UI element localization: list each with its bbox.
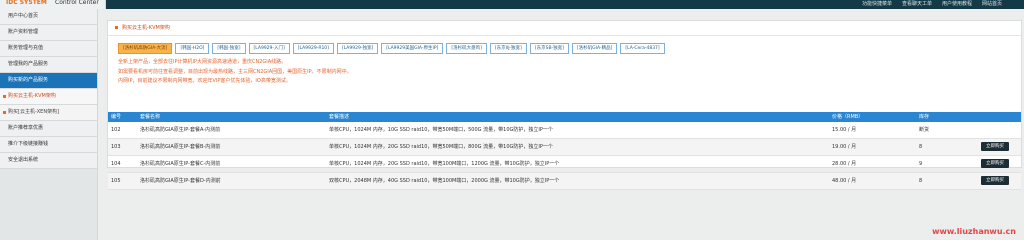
square-icon bbox=[115, 26, 118, 29]
row-price: 19.00 / 月 bbox=[832, 144, 857, 150]
table-row: 102 洛杉矶高防GIA原生IP-套餐A-内测前 单核CPU，1024M 内存，… bbox=[108, 122, 1021, 139]
col-id: 编号 bbox=[111, 114, 122, 120]
notice-line: 全新上架产品，全部去往IP计算机IP大网资源高速通道，重庆CN2GIA线路。 bbox=[118, 59, 287, 65]
sidebar-item-billing[interactable]: 账务管理与充值 bbox=[0, 41, 97, 57]
notice-line: 内网IP，目前建议不限制内网带宽，欢迎年VIP客户优先体验，IO高带宽测试。 bbox=[118, 78, 291, 84]
row-desc: 单核CPU，1024M 内存，20G SSD raid10，带宽100M端口，1… bbox=[329, 161, 560, 167]
tab-korea-h2o[interactable]: [韩国-H2O] bbox=[175, 43, 210, 54]
row-id: 102 bbox=[111, 127, 121, 133]
watermark: www.liuzhanwu.cn bbox=[932, 227, 1016, 236]
logo[interactable]: IDC SYSTEM Control Center bbox=[0, 0, 106, 9]
row-stock: 8 bbox=[919, 144, 923, 150]
sidebar-item-label: 管理我的产品服务 bbox=[8, 61, 49, 67]
buy-now-button[interactable]: 立即购买 bbox=[981, 176, 1009, 185]
bullet-icon bbox=[3, 95, 6, 98]
panel-title: 购买云主机-KVM架构 bbox=[122, 25, 170, 31]
row-name: 洛杉矶高防GIA原生IP-套餐D-内测前 bbox=[140, 178, 221, 184]
row-desc: 单核CPU，1024M 内存，10G SSD raid10，带宽50M端口，50… bbox=[329, 127, 553, 133]
tab-tokyo-sb[interactable]: [东京SB-独宽] bbox=[529, 43, 569, 54]
notice-line: 如需要看机房可前往查看调整，目前出现为最热线路，主三网CN2GIA回国，美国原生… bbox=[118, 68, 352, 75]
row-price: 48.00 / 月 bbox=[832, 178, 857, 184]
product-tabs: [洛杉矶高防GIA-大流] [韩国-H2O] [韩国-独宽] [LA9929-入… bbox=[118, 43, 665, 54]
table-row: 105 洛杉矶高防GIA原生IP-套餐D-内测前 双核CPU，2048M 内存，… bbox=[108, 173, 1021, 190]
sidebar-item-affiliate[interactable]: 推介下级链接赚钱 bbox=[0, 137, 97, 153]
buy-now-button[interactable]: 立即购买 bbox=[981, 159, 1009, 168]
tab-la9929-r10[interactable]: [LA9929-R10] bbox=[292, 43, 334, 54]
tab-la-gia-premium[interactable]: [洛杉矶GIA-精品] bbox=[571, 43, 618, 54]
sidebar-item-label: 账户推荐享优惠 bbox=[8, 125, 44, 131]
tab-korea-dedicated[interactable]: [韩国-独宽] bbox=[212, 43, 246, 54]
sidebar-item-buy-new[interactable]: 购买新的产品服务 bbox=[0, 73, 97, 89]
tab-la-cera[interactable]: [LA-Cera-4837] bbox=[620, 43, 665, 54]
logo-title: Control Center bbox=[55, 0, 99, 6]
sidebar-item-label: 购买[云主机-XEN架构] bbox=[8, 109, 60, 115]
row-stock: 8 bbox=[919, 178, 923, 184]
table-header: 编号 套餐名称 套餐描述 价格（RMB） 库存 bbox=[108, 112, 1021, 122]
col-desc: 套餐描述 bbox=[329, 114, 350, 120]
logo-brand: IDC SYSTEM bbox=[6, 0, 47, 6]
tab-la-gia-large[interactable]: [洛杉矶高防GIA-大流] bbox=[118, 43, 173, 54]
panel-header: 购买云主机-KVM架构 bbox=[108, 21, 1021, 36]
row-id: 105 bbox=[111, 178, 121, 184]
row-desc: 单核CPU，1024M 内存，20G SSD raid10，带宽50M端口，80… bbox=[329, 144, 553, 150]
row-stock: 断货 bbox=[919, 127, 930, 133]
sidebar-item-label: 账户资料管理 bbox=[8, 29, 39, 35]
row-price: 15.00 / 月 bbox=[832, 127, 857, 133]
top-link-tutorial[interactable]: 用户使用教程 bbox=[940, 1, 974, 7]
top-link-home[interactable]: 网站首页 bbox=[980, 1, 1004, 7]
row-name: 洛杉矶高防GIA原生IP-套餐C-内测前 bbox=[140, 161, 221, 167]
notice-text: 全新上架产品，全部去往IP计算机IP大网资源高速通道，重庆CN2GIA线路。 如… bbox=[118, 58, 352, 87]
buy-now-button[interactable]: 立即购买 bbox=[981, 142, 1009, 151]
row-id: 104 bbox=[111, 161, 121, 167]
sidebar-item-account[interactable]: 账户资料管理 bbox=[0, 25, 97, 41]
top-link-tickets[interactable]: 查看聊天工单 bbox=[900, 1, 934, 7]
product-table: 编号 套餐名称 套餐描述 价格（RMB） 库存 102 洛杉矶高防GIA原生IP… bbox=[108, 112, 1021, 190]
sidebar-item-label: 安全退出系统 bbox=[8, 157, 39, 163]
tab-tokyo-iij[interactable]: [东京IIJ-独宽] bbox=[489, 43, 527, 54]
row-name: 洛杉矶高防GIA原生IP-套餐A-内测前 bbox=[140, 127, 221, 133]
col-stock: 库存 bbox=[919, 114, 930, 120]
sidebar-item-user-home[interactable]: 用户中心首页 bbox=[0, 9, 97, 25]
sidebar-item-buy-xen[interactable]: 购买[云主机-XEN架构] bbox=[0, 105, 97, 121]
row-desc: 双核CPU，2048M 内存，40G SSD raid10，带宽100M端口，2… bbox=[329, 178, 560, 184]
sidebar-item-logout[interactable]: 安全退出系统 bbox=[0, 153, 97, 169]
tab-la-big-disk[interactable]: [洛杉矶大盘鸡] bbox=[446, 43, 487, 54]
main-panel: 购买云主机-KVM架构 [洛杉矶高防GIA-大流] [韩国-H2O] [韩国-独… bbox=[107, 20, 1022, 190]
tab-la9929-entry[interactable]: [LA9929-入门] bbox=[248, 43, 290, 54]
top-bar: IDC SYSTEM Control Center 功能快捷菜单 查看聊天工单 … bbox=[0, 0, 1024, 9]
sidebar-item-label: 购买新的产品服务 bbox=[8, 77, 49, 83]
sidebar-item-label: 推介下级链接赚钱 bbox=[8, 141, 49, 147]
sidebar-item-label: 用户中心首页 bbox=[8, 13, 39, 19]
table-row: 103 洛杉矶高防GIA原生IP-套餐B-内测前 单核CPU，1024M 内存，… bbox=[108, 139, 1021, 156]
tab-la9929-gia-native-ip[interactable]: [LA9929美国GIA-原生IP] bbox=[381, 43, 444, 54]
col-name: 套餐名称 bbox=[140, 114, 161, 120]
row-price: 28.00 / 月 bbox=[832, 161, 857, 167]
row-id: 103 bbox=[111, 144, 121, 150]
sidebar-item-my-services[interactable]: 管理我的产品服务 bbox=[0, 57, 97, 73]
table-row: 104 洛杉矶高防GIA原生IP-套餐C-内测前 单核CPU，1024M 内存，… bbox=[108, 156, 1021, 173]
sidebar-item-referral[interactable]: 账户推荐享优惠 bbox=[0, 121, 97, 137]
sidebar: 用户中心首页 账户资料管理 账务管理与充值 管理我的产品服务 购买新的产品服务 … bbox=[0, 9, 98, 240]
top-link-quick-menu[interactable]: 功能快捷菜单 bbox=[860, 1, 894, 7]
top-links: 功能快捷菜单 查看聊天工单 用户使用教程 网站首页 bbox=[860, 1, 1004, 7]
sidebar-item-buy-kvm[interactable]: 购买云主机-KVM架构 bbox=[0, 89, 97, 105]
col-price: 价格（RMB） bbox=[832, 114, 864, 120]
sidebar-item-label: 账务管理与充值 bbox=[8, 45, 44, 51]
row-name: 洛杉矶高防GIA原生IP-套餐B-内测前 bbox=[140, 144, 221, 150]
bullet-icon bbox=[3, 111, 6, 114]
sidebar-item-label: 购买云主机-KVM架构 bbox=[8, 93, 56, 99]
tab-la9929-dedicated[interactable]: [LA9929-独宽] bbox=[336, 43, 379, 54]
row-stock: 9 bbox=[919, 161, 923, 167]
